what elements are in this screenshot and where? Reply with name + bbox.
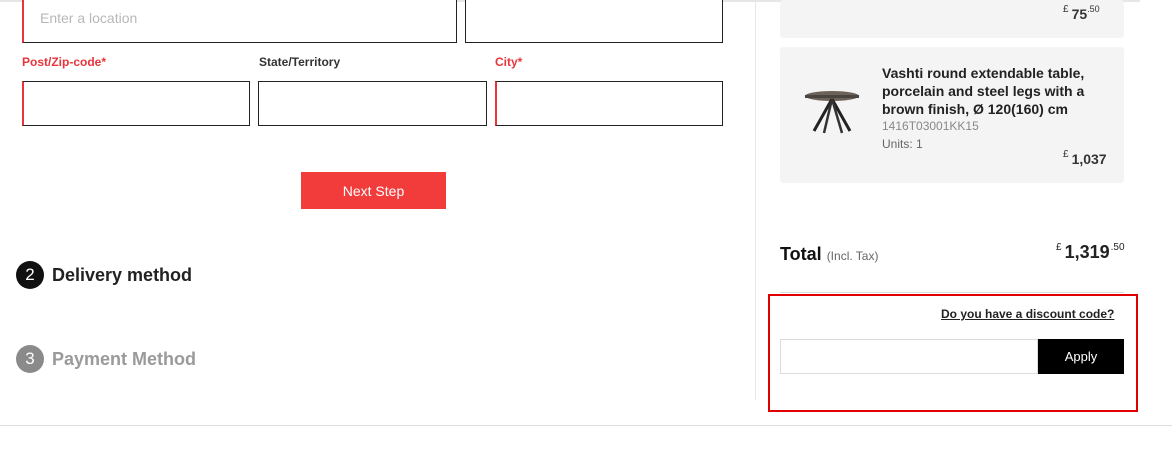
postcode-label: Post/Zip-code* (22, 55, 107, 69)
total-main: 1,319 (1064, 242, 1110, 262)
product-image (805, 91, 859, 134)
state-input[interactable] (258, 81, 487, 126)
total-price: £1,319.50 (1056, 242, 1125, 263)
step-title: Delivery method (52, 264, 193, 285)
column-divider (755, 0, 756, 400)
step-title: Payment Method (52, 348, 197, 369)
cart-item: Vashti round extendable table, porcelain… (780, 47, 1124, 183)
currency-symbol: £ (1063, 149, 1069, 160)
total-divider (780, 292, 1124, 293)
bottom-divider (0, 425, 1172, 426)
next-step-button[interactable]: Next Step (301, 172, 446, 209)
city-input[interactable] (495, 81, 723, 126)
state-label: State/Territory (259, 55, 341, 69)
step-delivery-method[interactable]: 2 Delivery method (16, 261, 192, 289)
total-incl-tax: (Incl. Tax) (826, 249, 879, 263)
item-price: £75.50 (1063, 4, 1100, 22)
total-decimals: .50 (1110, 242, 1125, 253)
city-label: City* (495, 55, 523, 69)
currency-symbol: £ (1056, 242, 1062, 253)
item-price: £1,037 (1063, 149, 1107, 167)
product-name: Vashti round extendable table, porcelain… (882, 65, 1085, 117)
step-payment-method[interactable]: 3 Payment Method (16, 345, 196, 373)
price-decimals: .50 (1087, 4, 1100, 14)
total-label: Total (Incl. Tax) (780, 244, 878, 265)
product-units: Units: 1 (882, 137, 923, 151)
currency-symbol: £ (1063, 4, 1069, 15)
address-secondary-input[interactable] (465, 0, 723, 43)
discount-code-link[interactable]: Do you have a discount code? (941, 307, 1114, 321)
cart-item-previous: £75.50 (780, 0, 1124, 38)
location-input[interactable]: Enter a location (22, 0, 457, 43)
step-number-badge: 3 (16, 345, 44, 373)
step-number-badge: 2 (16, 261, 44, 289)
price-main: 1,037 (1071, 151, 1107, 167)
postcode-input[interactable] (22, 81, 250, 126)
location-placeholder: Enter a location (40, 10, 138, 26)
product-sku: 1416T03001KK15 (882, 119, 979, 133)
discount-code-input[interactable] (780, 339, 1038, 374)
apply-button[interactable]: Apply (1038, 339, 1124, 374)
price-main: 75 (1071, 6, 1088, 22)
total-text: Total (780, 244, 822, 264)
